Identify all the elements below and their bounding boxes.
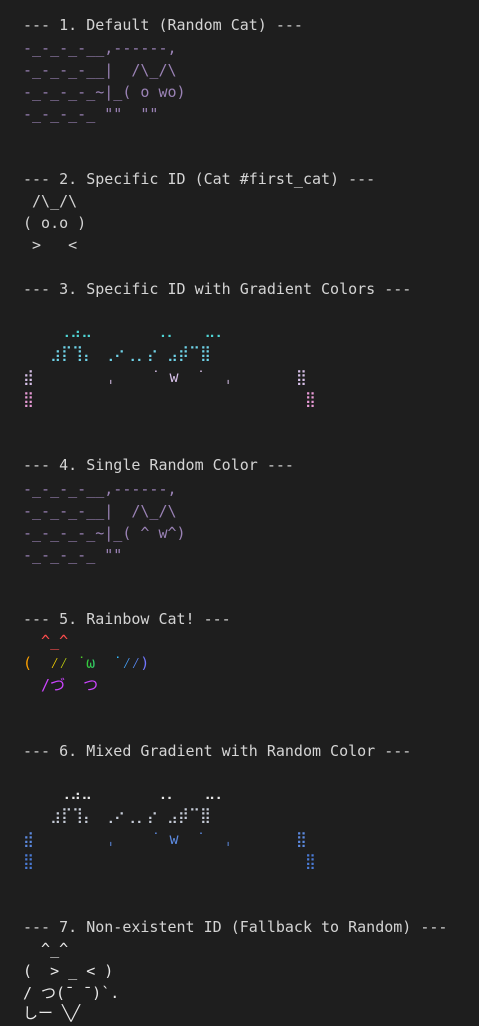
section-5-header: --- 5. Rainbow Cat! --- [23, 610, 231, 628]
gradient-cat-line-1: ⢀⣠⣀ ⢀⡀ ⣀⡀ [23, 320, 227, 338]
rainbow-cat-line-1: ^_^ [23, 632, 69, 650]
cat-7-line-1: ^_^ [23, 940, 69, 958]
gradient-cat-line-4: ⣿ ⣿ [23, 390, 316, 408]
mixed-cat-line-2: ⣰⡏⢹⡄ ⢀⠔⢀⡀⡔ ⣠⡾⠉⣿ [23, 806, 211, 824]
section-6-header: --- 6. Mixed Gradient with Random Color … [23, 742, 412, 760]
mixed-cat-line-3: ⣾ ˌ ˙ w ˙ ˌ ⣿ [23, 830, 307, 848]
terminal-output: --- 1. Default (Random Cat) --- -_-_-_-_… [0, 0, 479, 1026]
cat-4-line-1: -_-_-_-__,------, [23, 480, 177, 498]
cat-4-line-2: -_-_-_-__| /\_/\ [23, 502, 177, 520]
mixed-cat-line-4: ⣿ ⣿ [23, 852, 316, 870]
cat-2-line-2: ( o.o ) [23, 214, 87, 232]
gradient-cat-line-2: ⣰⡏⢹⡄ ⢀⠔⢀⡀⡔ ⣠⡾⠉⣿ [23, 344, 211, 362]
mixed-cat-line-1: ⢀⣠⣀ ⢀⡀ ⣀⡀ [23, 782, 227, 800]
section-1-header: --- 1. Default (Random Cat) --- [23, 16, 303, 34]
cat-7-line-2: ( > _ < ) [23, 962, 114, 980]
rainbow-cat-line-3: /づ つ [23, 676, 99, 694]
cat-4-line-3: -_-_-_-_~|_( ^ w^) [23, 524, 186, 542]
cat-2-line-1: /\_/\ [23, 192, 78, 210]
cat-1-line-4: -_-_-_-_ "" "" [23, 105, 159, 123]
cat-7-line-3: / つ(¯ ¯)`. [23, 984, 120, 1002]
cat-1-line-3: -_-_-_-_~|_( o wo) [23, 83, 186, 101]
cat-1-line-1: -_-_-_-__,------, [23, 39, 177, 57]
section-4-header: --- 4. Single Random Color --- [23, 456, 294, 474]
cat-4-line-4: -_-_-_-_ "" [23, 546, 123, 564]
section-7-header: --- 7. Non-existent ID (Fallback to Rand… [23, 918, 448, 936]
cat-7-line-4: しー ╲╱ [23, 1004, 81, 1022]
cat-1-line-2: -_-_-_-__| /\_/\ [23, 61, 177, 79]
section-2-header: --- 2. Specific ID (Cat #first_cat) --- [23, 170, 376, 188]
rainbow-cat-line-2: ( ⁄⁄ ˙ω ˙⁄⁄) [23, 654, 150, 672]
section-3-header: --- 3. Specific ID with Gradient Colors … [23, 280, 412, 298]
cat-2-line-3: > < [23, 236, 78, 254]
gradient-cat-line-3: ⣾ ˌ ˙ w ˙ ˌ ⣿ [23, 368, 307, 386]
